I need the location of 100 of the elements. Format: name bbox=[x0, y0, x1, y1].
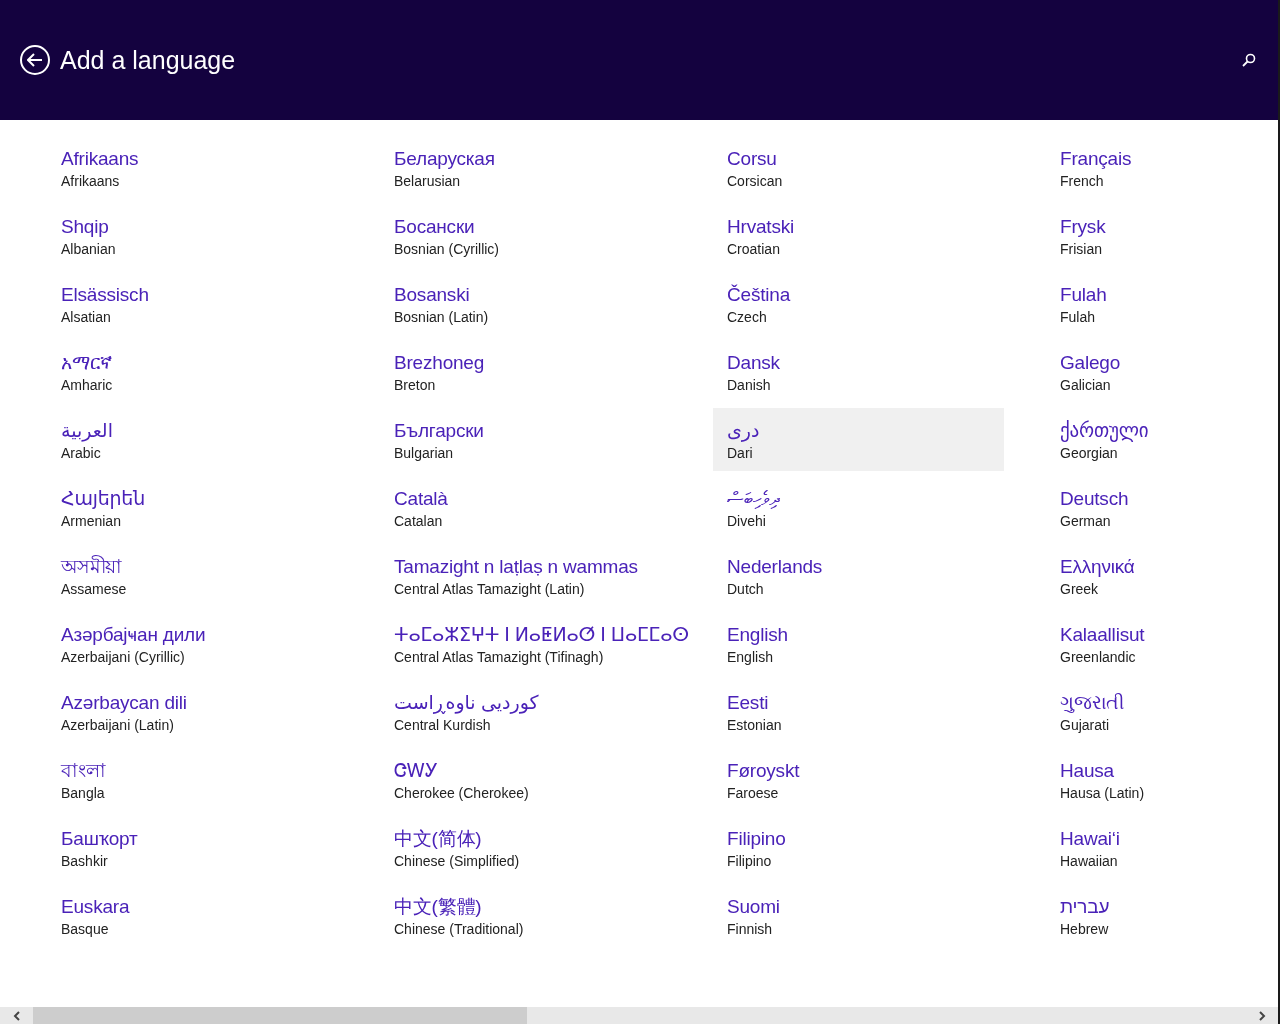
back-button[interactable] bbox=[20, 45, 50, 75]
native-name: অসমীয়া bbox=[61, 554, 123, 579]
language-item[interactable]: 中文(简体) Chinese (Simplified) bbox=[380, 816, 671, 879]
language-item[interactable]: Hawaiʻi Hawaiian bbox=[1046, 816, 1280, 879]
search-button[interactable] bbox=[1240, 51, 1258, 69]
native-name: Corsu bbox=[727, 147, 777, 171]
language-item[interactable]: Filipino Filipino bbox=[713, 816, 1004, 879]
native-name: العربية bbox=[61, 419, 113, 444]
language-item[interactable]: Dansk Danish bbox=[713, 340, 1004, 403]
language-item[interactable]: ქართული Georgian bbox=[1046, 408, 1280, 471]
language-item[interactable]: Tamazight n laṭlaṣ n wammas Central Atlas Tamazight (Latin) bbox=[380, 544, 671, 607]
language-item[interactable]: Euskara Basque bbox=[47, 884, 338, 947]
native-name: Kalaallisut bbox=[1060, 623, 1145, 647]
language-item[interactable]: Босански Bosnian (Cyrillic) bbox=[380, 204, 671, 267]
language-item[interactable]: Беларуская Belarusian bbox=[380, 136, 671, 199]
english-name: Belarusian bbox=[394, 172, 461, 190]
language-item[interactable]: বাংলা Bangla bbox=[47, 748, 338, 811]
language-item[interactable]: Hausa Hausa (Latin) bbox=[1046, 748, 1280, 811]
native-name: Deutsch bbox=[1060, 487, 1129, 511]
native-name: Català bbox=[394, 487, 448, 511]
language-item[interactable]: Башҡорт Bashkir bbox=[47, 816, 338, 879]
language-item[interactable]: Føroyskt Faroese bbox=[713, 748, 1004, 811]
native-name: Tamazight n laṭlaṣ n wammas bbox=[394, 555, 638, 579]
english-name: Czech bbox=[727, 308, 767, 326]
language-item[interactable]: Čeština Czech bbox=[713, 272, 1004, 335]
english-name: Chinese (Traditional) bbox=[394, 920, 524, 938]
language-item[interactable]: ᏣᎳᎩ Cherokee (Cherokee) bbox=[380, 748, 671, 811]
english-name: Azerbaijani (Latin) bbox=[61, 716, 174, 734]
native-name: Čeština bbox=[727, 283, 791, 307]
language-item[interactable]: Shqip Albanian bbox=[47, 204, 338, 267]
english-name: Bulgarian bbox=[394, 444, 454, 462]
english-name: Hebrew bbox=[1060, 920, 1109, 938]
native-name: Հայերեն bbox=[61, 487, 146, 511]
language-item[interactable]: 中文(繁體) Chinese (Traditional) bbox=[380, 884, 671, 947]
language-item[interactable]: Fulah Fulah bbox=[1046, 272, 1280, 335]
native-name: ދިވެހިބަސް bbox=[727, 487, 779, 511]
english-name: Bosnian (Cyrillic) bbox=[394, 240, 500, 258]
english-name: Central Atlas Tamazight (Tifinagh) bbox=[394, 648, 604, 666]
english-name: Alsatian bbox=[61, 308, 111, 326]
language-item[interactable]: Afrikaans Afrikaans bbox=[47, 136, 338, 199]
scrollbar-thumb[interactable] bbox=[33, 1007, 527, 1024]
native-name: Dansk bbox=[727, 351, 780, 375]
native-name: Euskara bbox=[61, 895, 130, 919]
native-name: বাংলা bbox=[61, 759, 106, 783]
language-item[interactable]: Հայերեն Armenian bbox=[47, 476, 338, 539]
language-item[interactable]: ગુજરાતી Gujarati bbox=[1046, 680, 1280, 743]
language-item[interactable]: አማርኛ Amharic bbox=[47, 340, 338, 403]
horizontal-scrollbar[interactable] bbox=[0, 1007, 1278, 1024]
native-name: Башҡорт bbox=[61, 827, 138, 851]
language-item[interactable]: Galego Galician bbox=[1046, 340, 1280, 403]
language-item[interactable]: অসমীয়া Assamese bbox=[47, 544, 338, 607]
language-item[interactable]: ⵜⴰⵎⴰⵣⵉⵖⵜ ⵏ ⵍⴰⵟⵍⴰⵚ ⵏ ⵡⴰⵎⵎⴰⵙ Central Atlas Tamazight (Tifinagh) bbox=[380, 612, 703, 675]
english-name: Afrikaans bbox=[61, 172, 120, 190]
language-item[interactable]: Ελληνικά Greek bbox=[1046, 544, 1280, 607]
english-name: Fulah bbox=[1060, 308, 1096, 326]
language-item[interactable]: Български Bulgarian bbox=[380, 408, 671, 471]
english-name: Central Atlas Tamazight (Latin) bbox=[394, 580, 585, 598]
page-title: Add a language bbox=[60, 45, 237, 75]
native-name: Français bbox=[1060, 147, 1132, 171]
language-item[interactable]: Bosanski Bosnian (Latin) bbox=[380, 272, 671, 335]
native-name: Føroyskt bbox=[727, 759, 800, 783]
native-name: Bosanski bbox=[394, 283, 470, 307]
search-icon bbox=[1242, 53, 1256, 67]
english-name: Cherokee (Cherokee) bbox=[394, 784, 529, 802]
language-item[interactable]: Elsässisch Alsatian bbox=[47, 272, 338, 335]
chevron-right-icon bbox=[1257, 1010, 1266, 1021]
language-item[interactable]: Suomi Finnish bbox=[713, 884, 1004, 947]
language-item[interactable]: Azərbaycan dili Azerbaijani (Latin) bbox=[47, 680, 338, 743]
language-item[interactable]: Hrvatski Croatian bbox=[713, 204, 1004, 267]
english-name: Hawaiian bbox=[1060, 852, 1118, 870]
english-name: Finnish bbox=[727, 920, 773, 938]
native-name: English bbox=[727, 623, 788, 647]
language-item[interactable]: English English bbox=[713, 612, 1004, 675]
native-name: Suomi bbox=[727, 895, 780, 919]
language-item[interactable]: Corsu Corsican bbox=[713, 136, 1004, 199]
native-name: Galego bbox=[1060, 351, 1121, 375]
english-name: Estonian bbox=[727, 716, 782, 734]
native-name: Fulah bbox=[1060, 283, 1107, 307]
english-name: Amharic bbox=[61, 376, 113, 394]
language-item[interactable]: Deutsch German bbox=[1046, 476, 1280, 539]
english-name: Bashkir bbox=[61, 852, 108, 870]
language-item[interactable]: Frysk Frisian bbox=[1046, 204, 1280, 267]
native-name: Български bbox=[394, 419, 484, 443]
english-name: Armenian bbox=[61, 512, 121, 530]
native-name: ქართული bbox=[1060, 419, 1149, 444]
english-name: Assamese bbox=[61, 580, 127, 598]
english-name: English bbox=[727, 648, 773, 666]
language-item[interactable]: Азәрбајҹан дили Azerbaijani (Cyrillic) bbox=[47, 612, 338, 675]
language-item[interactable]: Brezhoneg Breton bbox=[380, 340, 671, 403]
language-item[interactable]: Kalaallisut Greenlandic bbox=[1046, 612, 1280, 675]
native-name: Brezhoneg bbox=[394, 351, 485, 375]
english-name: Dutch bbox=[727, 580, 764, 598]
language-item[interactable]: Català Catalan bbox=[380, 476, 671, 539]
language-item[interactable]: Eesti Estonian bbox=[713, 680, 1004, 743]
language-item[interactable]: Français French bbox=[1046, 136, 1280, 199]
native-name: Azərbaycan dili bbox=[61, 691, 187, 715]
native-name: Босански bbox=[394, 215, 475, 239]
english-name: French bbox=[1060, 172, 1104, 190]
language-item[interactable]: Nederlands Dutch bbox=[713, 544, 1004, 607]
chevron-left-icon bbox=[12, 1010, 21, 1021]
